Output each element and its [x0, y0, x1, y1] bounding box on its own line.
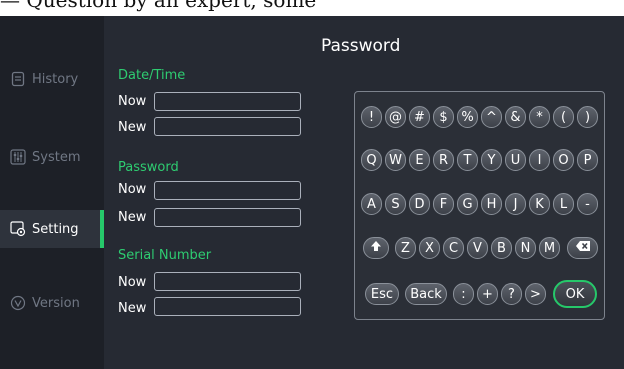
key[interactable]: #	[409, 106, 430, 128]
key[interactable]: +	[477, 283, 498, 305]
device-screen: History System Setting Version Password …	[0, 16, 624, 369]
sliders-icon	[10, 149, 26, 165]
key[interactable]: G	[457, 193, 478, 215]
settings-icon	[10, 221, 26, 237]
datetime-now-field[interactable]	[154, 92, 301, 111]
key[interactable]: %	[457, 106, 478, 128]
shift-key[interactable]	[363, 237, 389, 259]
key[interactable]: L	[553, 193, 574, 215]
label-new: New	[118, 120, 147, 135]
key[interactable]: S	[385, 193, 406, 215]
key[interactable]: D	[409, 193, 430, 215]
datetime-new-field[interactable]	[154, 117, 301, 136]
section-label-datetime: Date/Time	[118, 68, 186, 83]
key[interactable]: U	[505, 149, 526, 171]
sidebar-item-label: System	[32, 149, 81, 165]
key[interactable]: A	[361, 193, 382, 215]
backspace-icon	[575, 240, 591, 256]
key[interactable]: )	[577, 106, 598, 128]
key[interactable]: X	[419, 237, 440, 259]
key[interactable]: B	[491, 237, 512, 259]
key[interactable]: ^	[481, 106, 502, 128]
version-icon	[10, 295, 26, 311]
key[interactable]: H	[481, 193, 502, 215]
ok-button[interactable]: OK	[553, 280, 597, 308]
key[interactable]: Z	[395, 237, 416, 259]
key[interactable]: (	[553, 106, 574, 128]
serial-now-field[interactable]	[154, 272, 301, 291]
sidebar-item-system[interactable]: System	[0, 138, 104, 176]
key[interactable]: -	[577, 193, 598, 215]
key[interactable]: I	[529, 149, 550, 171]
page-title: Password	[321, 36, 401, 56]
section-label-serial: Serial Number	[118, 248, 212, 263]
sidebar-item-label: Setting	[32, 221, 79, 237]
on-screen-keyboard: ! @ # $ % ^ & * ( ) Q W E R T Y U I O P …	[354, 91, 605, 320]
key[interactable]: V	[467, 237, 488, 259]
sidebar: History System Setting Version	[0, 16, 104, 369]
key[interactable]: &	[505, 106, 526, 128]
label-new: New	[118, 210, 147, 225]
back-key[interactable]: Back	[405, 283, 447, 305]
password-new-field[interactable]	[154, 208, 301, 227]
key[interactable]: E	[409, 149, 430, 171]
sidebar-item-setting[interactable]: Setting	[0, 210, 104, 248]
key[interactable]: K	[529, 193, 550, 215]
key[interactable]: >	[525, 283, 546, 305]
password-now-field[interactable]	[154, 181, 301, 200]
key[interactable]: *	[529, 106, 550, 128]
key[interactable]: !	[361, 106, 382, 128]
label-now: Now	[118, 94, 147, 109]
sidebar-item-history[interactable]: History	[0, 60, 104, 98]
key[interactable]: F	[433, 193, 454, 215]
sidebar-item-label: History	[32, 71, 79, 87]
label-now: Now	[118, 275, 147, 290]
key[interactable]: Q	[361, 149, 382, 171]
shift-up-arrow-icon	[370, 240, 382, 256]
key[interactable]: Y	[481, 149, 502, 171]
key[interactable]: W	[385, 149, 406, 171]
history-icon	[10, 71, 26, 87]
sidebar-item-label: Version	[32, 295, 80, 311]
backspace-key[interactable]	[567, 237, 598, 259]
section-label-password: Password	[118, 160, 179, 175]
key[interactable]: J	[505, 193, 526, 215]
key[interactable]: P	[577, 149, 598, 171]
key[interactable]: C	[443, 237, 464, 259]
sidebar-item-version[interactable]: Version	[0, 284, 104, 322]
key[interactable]: M	[539, 237, 560, 259]
key[interactable]: N	[515, 237, 536, 259]
label-new: New	[118, 301, 147, 316]
esc-key[interactable]: Esc	[365, 283, 399, 305]
serial-new-field[interactable]	[154, 297, 301, 316]
key[interactable]: O	[553, 149, 574, 171]
key[interactable]: T	[457, 149, 478, 171]
key[interactable]: R	[433, 149, 454, 171]
key[interactable]: @	[385, 106, 406, 128]
key[interactable]: $	[433, 106, 454, 128]
key[interactable]: :	[453, 283, 474, 305]
key[interactable]: ?	[501, 283, 522, 305]
label-now: Now	[118, 182, 147, 197]
